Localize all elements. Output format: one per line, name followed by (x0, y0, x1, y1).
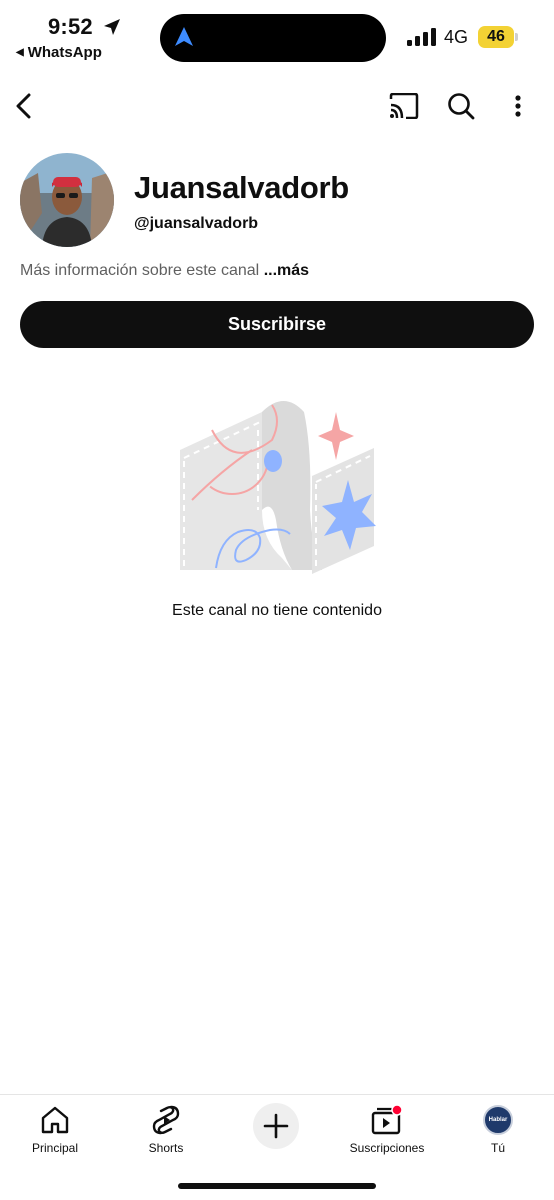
cast-icon[interactable] (388, 90, 420, 122)
profile-avatar-image: Hablar (483, 1105, 513, 1135)
empty-channel-illustration-icon (180, 401, 376, 574)
subscriptions-icon (370, 1103, 404, 1137)
channel-avatar[interactable] (20, 153, 114, 247)
home-icon (38, 1103, 72, 1137)
nav-item-shorts[interactable]: Shorts (111, 1103, 221, 1155)
nav-label-suscripciones: Suscripciones (349, 1141, 425, 1155)
empty-state-message: Este canal no tiene contenido (172, 602, 382, 619)
nav-label-tu: Tú (490, 1141, 505, 1155)
channel-more-info[interactable]: Más información sobre este canal ...más (20, 262, 309, 280)
back-to-app-link[interactable]: ◀ WhatsApp (16, 44, 102, 61)
nav-label-shorts: Shorts (148, 1141, 184, 1155)
battery-tip (515, 33, 518, 41)
battery-indicator: 46 (478, 26, 514, 48)
home-indicator[interactable] (178, 1183, 376, 1189)
channel-name: Juansalvadorb (134, 170, 349, 205)
dynamic-island (160, 14, 386, 62)
nav-item-principal[interactable]: Principal (0, 1103, 110, 1155)
status-bar: 9:52 ◀ WhatsApp 4G 46 (0, 0, 554, 70)
navigation-arrow-icon (175, 27, 193, 46)
more-info-text: Más información sobre este canal (20, 262, 260, 279)
subscribe-button[interactable]: Suscribirse (20, 301, 534, 348)
profile-avatar: Hablar (481, 1103, 515, 1137)
back-arrow-icon[interactable] (8, 90, 40, 122)
profile-avatar-text: Hablar (488, 1117, 508, 1123)
more-info-link[interactable]: ...más (264, 262, 309, 279)
signal-icon (407, 28, 436, 46)
create-plus-icon (263, 1113, 289, 1139)
search-icon[interactable] (445, 90, 477, 122)
channel-handle: @juansalvadorb (134, 215, 259, 232)
nav-item-tu[interactable]: Hablar Tú (443, 1103, 553, 1155)
app-bar (0, 80, 554, 130)
status-time: 9:52 (48, 14, 93, 39)
network-type: 4G (444, 27, 469, 47)
create-button[interactable] (253, 1103, 299, 1149)
shorts-icon (149, 1103, 183, 1137)
more-vert-icon[interactable] (502, 90, 534, 122)
nav-label-principal: Principal (31, 1141, 79, 1155)
back-app-label: WhatsApp (27, 44, 102, 61)
location-arrow-icon (104, 19, 120, 35)
nav-item-suscripciones[interactable]: Suscripciones (332, 1103, 442, 1155)
back-triangle-icon: ◀ (16, 47, 24, 58)
